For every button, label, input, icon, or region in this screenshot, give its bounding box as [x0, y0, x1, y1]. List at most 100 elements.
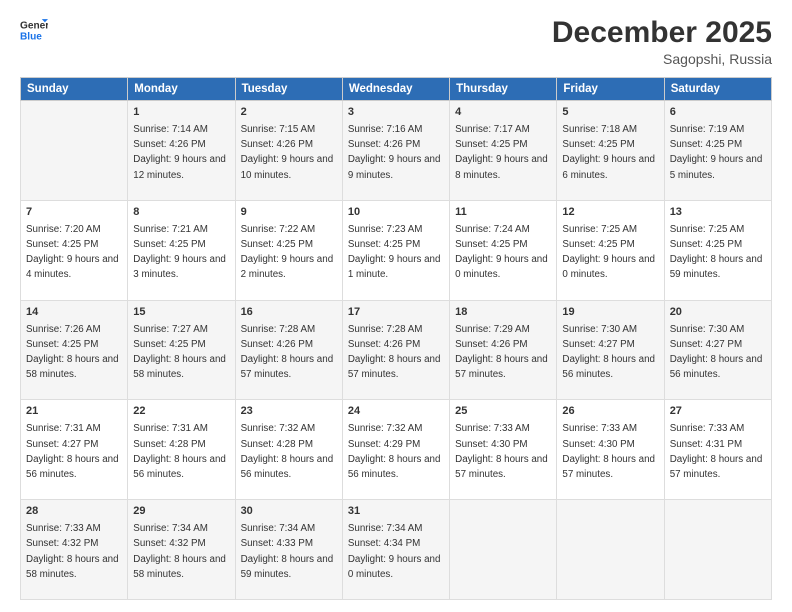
- sunrise-text: Sunrise: 7:27 AMSunset: 4:25 PMDaylight:…: [133, 324, 226, 381]
- calendar-cell: 9 Sunrise: 7:22 AMSunset: 4:25 PMDaylight…: [235, 200, 342, 300]
- day-number: 24: [348, 404, 444, 420]
- logo-icon: General Blue: [20, 16, 48, 44]
- calendar-week-3: 14 Sunrise: 7:26 AMSunset: 4:25 PMDayligh…: [21, 300, 772, 400]
- calendar-week-2: 7 Sunrise: 7:20 AMSunset: 4:25 PMDaylight…: [21, 200, 772, 300]
- calendar-cell: 24 Sunrise: 7:32 AMSunset: 4:29 PMDayligh…: [342, 400, 449, 500]
- sunrise-text: Sunrise: 7:22 AMSunset: 4:25 PMDaylight:…: [241, 224, 334, 281]
- sunrise-text: Sunrise: 7:33 AMSunset: 4:30 PMDaylight:…: [455, 423, 548, 480]
- day-number: 29: [133, 504, 229, 520]
- title-block: December 2025 Sagopshi, Russia: [552, 16, 772, 67]
- calendar-cell: 26Sunrise: 7:33 AMSunset: 4:30 PMDayligh…: [557, 400, 664, 500]
- day-number: 1: [133, 105, 229, 121]
- day-number: 14: [26, 305, 122, 321]
- sunrise-text: Sunrise: 7:19 AMSunset: 4:25 PMDaylight:…: [670, 124, 763, 181]
- svg-text:General: General: [20, 20, 48, 31]
- calendar-cell: 20Sunrise: 7:30 AMSunset: 4:27 PMDayligh…: [664, 300, 771, 400]
- sunrise-text: Sunrise: 7:20 AMSunset: 4:25 PMDaylight:…: [26, 224, 119, 281]
- sunrise-text: Sunrise: 7:26 AMSunset: 4:25 PMDaylight:…: [26, 324, 119, 381]
- day-number: 18: [455, 305, 551, 321]
- day-number: 23: [241, 404, 337, 420]
- day-number: 10: [348, 205, 444, 221]
- col-sunday: Sunday: [21, 78, 128, 101]
- calendar-cell: [21, 101, 128, 201]
- calendar-cell: [664, 500, 771, 600]
- calendar-cell: 5 Sunrise: 7:18 AMSunset: 4:25 PMDaylight…: [557, 101, 664, 201]
- svg-text:Blue: Blue: [20, 31, 42, 42]
- calendar-week-1: 1 Sunrise: 7:14 AMSunset: 4:26 PMDaylight…: [21, 101, 772, 201]
- col-wednesday: Wednesday: [342, 78, 449, 101]
- day-number: 3: [348, 105, 444, 121]
- sunrise-text: Sunrise: 7:15 AMSunset: 4:26 PMDaylight:…: [241, 124, 334, 181]
- sunrise-text: Sunrise: 7:33 AMSunset: 4:31 PMDaylight:…: [670, 423, 763, 480]
- day-number: 2: [241, 105, 337, 121]
- sunrise-text: Sunrise: 7:14 AMSunset: 4:26 PMDaylight:…: [133, 124, 226, 181]
- col-saturday: Saturday: [664, 78, 771, 101]
- main-title: December 2025: [552, 16, 772, 49]
- calendar-cell: [557, 500, 664, 600]
- calendar-cell: 25 Sunrise: 7:33 AMSunset: 4:30 PMDayligh…: [450, 400, 557, 500]
- calendar-cell: 17Sunrise: 7:28 AMSunset: 4:26 PMDayligh…: [342, 300, 449, 400]
- calendar-cell: 2 Sunrise: 7:15 AMSunset: 4:26 PMDaylight…: [235, 101, 342, 201]
- subtitle: Sagopshi, Russia: [552, 51, 772, 67]
- sunrise-text: Sunrise: 7:28 AMSunset: 4:26 PMDaylight:…: [348, 324, 441, 381]
- sunrise-text: Sunrise: 7:29 AMSunset: 4:26 PMDaylight:…: [455, 324, 548, 381]
- calendar-week-5: 28Sunrise: 7:33 AMSunset: 4:32 PMDayligh…: [21, 500, 772, 600]
- calendar-cell: 12Sunrise: 7:25 AMSunset: 4:25 PMDayligh…: [557, 200, 664, 300]
- sunrise-text: Sunrise: 7:18 AMSunset: 4:25 PMDaylight:…: [562, 124, 655, 181]
- sunrise-text: Sunrise: 7:25 AMSunset: 4:25 PMDaylight:…: [670, 224, 763, 281]
- sunrise-text: Sunrise: 7:16 AMSunset: 4:26 PMDaylight:…: [348, 124, 441, 181]
- sunrise-text: Sunrise: 7:24 AMSunset: 4:25 PMDaylight:…: [455, 224, 548, 281]
- calendar-cell: 8 Sunrise: 7:21 AMSunset: 4:25 PMDaylight…: [128, 200, 235, 300]
- day-number: 25: [455, 404, 551, 420]
- day-number: 16: [241, 305, 337, 321]
- sunrise-text: Sunrise: 7:30 AMSunset: 4:27 PMDaylight:…: [562, 324, 655, 381]
- logo: General Blue: [20, 16, 48, 44]
- calendar-cell: 19 Sunrise: 7:30 AMSunset: 4:27 PMDayligh…: [557, 300, 664, 400]
- calendar-cell: 13 Sunrise: 7:25 AMSunset: 4:25 PMDayligh…: [664, 200, 771, 300]
- sunrise-text: Sunrise: 7:28 AMSunset: 4:26 PMDaylight:…: [241, 324, 334, 381]
- col-friday: Friday: [557, 78, 664, 101]
- calendar-cell: 23 Sunrise: 7:32 AMSunset: 4:28 PMDayligh…: [235, 400, 342, 500]
- calendar-cell: 4Sunrise: 7:17 AMSunset: 4:25 PMDaylight…: [450, 101, 557, 201]
- calendar-cell: 30Sunrise: 7:34 AMSunset: 4:33 PMDayligh…: [235, 500, 342, 600]
- sunrise-text: Sunrise: 7:32 AMSunset: 4:29 PMDaylight:…: [348, 423, 441, 480]
- calendar-cell: 21 Sunrise: 7:31 AMSunset: 4:27 PMDayligh…: [21, 400, 128, 500]
- sunrise-text: Sunrise: 7:25 AMSunset: 4:25 PMDaylight:…: [562, 224, 655, 281]
- sunrise-text: Sunrise: 7:32 AMSunset: 4:28 PMDaylight:…: [241, 423, 334, 480]
- calendar-cell: 3 Sunrise: 7:16 AMSunset: 4:26 PMDaylight…: [342, 101, 449, 201]
- calendar-cell: 11 Sunrise: 7:24 AMSunset: 4:25 PMDayligh…: [450, 200, 557, 300]
- sunrise-text: Sunrise: 7:33 AMSunset: 4:30 PMDaylight:…: [562, 423, 655, 480]
- calendar-cell: 29Sunrise: 7:34 AMSunset: 4:32 PMDayligh…: [128, 500, 235, 600]
- day-number: 7: [26, 205, 122, 221]
- day-number: 22: [133, 404, 229, 420]
- sunrise-text: Sunrise: 7:21 AMSunset: 4:25 PMDaylight:…: [133, 224, 226, 281]
- day-number: 9: [241, 205, 337, 221]
- calendar-cell: 31Sunrise: 7:34 AMSunset: 4:34 PMDayligh…: [342, 500, 449, 600]
- calendar-cell: 10 Sunrise: 7:23 AMSunset: 4:25 PMDayligh…: [342, 200, 449, 300]
- day-number: 6: [670, 105, 766, 121]
- calendar-cell: 6 Sunrise: 7:19 AMSunset: 4:25 PMDaylight…: [664, 101, 771, 201]
- calendar-cell: 14 Sunrise: 7:26 AMSunset: 4:25 PMDayligh…: [21, 300, 128, 400]
- day-number: 13: [670, 205, 766, 221]
- sunrise-text: Sunrise: 7:31 AMSunset: 4:27 PMDaylight:…: [26, 423, 119, 480]
- calendar-cell: 7 Sunrise: 7:20 AMSunset: 4:25 PMDaylight…: [21, 200, 128, 300]
- sunrise-text: Sunrise: 7:34 AMSunset: 4:34 PMDaylight:…: [348, 523, 441, 580]
- sunrise-text: Sunrise: 7:17 AMSunset: 4:25 PMDaylight:…: [455, 124, 548, 181]
- calendar-cell: [450, 500, 557, 600]
- calendar-week-4: 21 Sunrise: 7:31 AMSunset: 4:27 PMDayligh…: [21, 400, 772, 500]
- col-thursday: Thursday: [450, 78, 557, 101]
- day-number: 21: [26, 404, 122, 420]
- day-number: 19: [562, 305, 658, 321]
- sunrise-text: Sunrise: 7:33 AMSunset: 4:32 PMDaylight:…: [26, 523, 119, 580]
- day-number: 11: [455, 205, 551, 221]
- day-number: 5: [562, 105, 658, 121]
- calendar-cell: 18 Sunrise: 7:29 AMSunset: 4:26 PMDayligh…: [450, 300, 557, 400]
- calendar-cell: 28Sunrise: 7:33 AMSunset: 4:32 PMDayligh…: [21, 500, 128, 600]
- sunrise-text: Sunrise: 7:23 AMSunset: 4:25 PMDaylight:…: [348, 224, 441, 281]
- calendar-cell: 27Sunrise: 7:33 AMSunset: 4:31 PMDayligh…: [664, 400, 771, 500]
- col-monday: Monday: [128, 78, 235, 101]
- page: General Blue December 2025 Sagopshi, Rus…: [0, 0, 792, 612]
- calendar-table: Sunday Monday Tuesday Wednesday Thursday…: [20, 77, 772, 600]
- day-number: 8: [133, 205, 229, 221]
- header: General Blue December 2025 Sagopshi, Rus…: [20, 16, 772, 67]
